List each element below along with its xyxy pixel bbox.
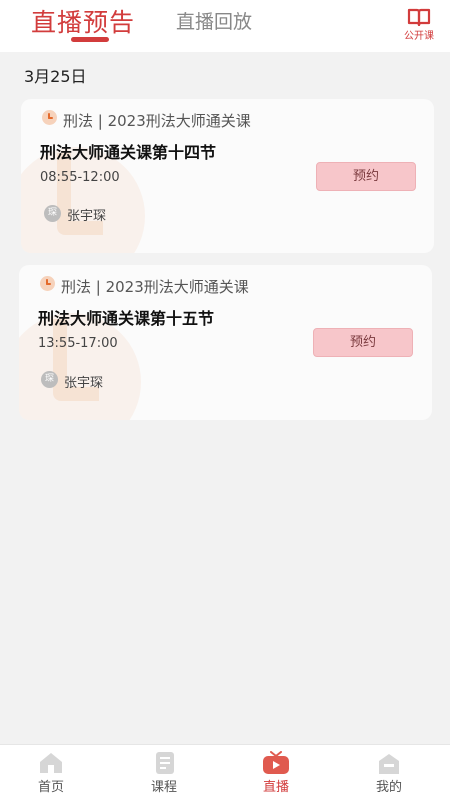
lesson-title: 刑法大师通关课第十四节 — [40, 143, 217, 162]
nav-item-home[interactable]: 首页 — [11, 745, 91, 800]
nav-label-home: 首页 — [37, 780, 64, 795]
live-course-card[interactable]: 刑法 | 2023刑法大师通关课 刑法大师通关课第十四节 08:55-12:00… — [21, 99, 434, 253]
course-category: 刑法 | 2023刑法大师通关课 — [61, 278, 249, 296]
home-icon — [40, 753, 62, 773]
lesson-time: 08:55-12:00 — [40, 170, 120, 185]
nav-item-course[interactable]: 课程 — [124, 745, 204, 800]
nav-label-mine: 我的 — [375, 780, 402, 795]
tab-live-replay[interactable]: 直播回放 — [176, 7, 252, 34]
course-icon — [156, 752, 174, 774]
teacher-avatar: 琛 — [41, 371, 58, 388]
schedule-date: 3月25日 — [24, 67, 87, 86]
bottom-navigation: 首页 课程 直播 我的 — [0, 744, 450, 800]
public-course-label: 公开课 — [404, 31, 434, 42]
public-course-button[interactable]: 公开课 — [396, 6, 442, 46]
lesson-time: 13:55-17:00 — [38, 336, 118, 351]
teacher-avatar: 琛 — [44, 205, 61, 222]
top-header: 直播预告 直播回放 公开课 — [0, 0, 450, 52]
reserve-button[interactable]: 预约 — [313, 328, 413, 357]
nav-item-mine[interactable]: 我的 — [349, 745, 429, 800]
nav-item-live[interactable]: 直播 — [236, 745, 316, 800]
tab-live-preview[interactable]: 直播预告 — [31, 3, 135, 39]
clock-icon — [40, 276, 55, 291]
nav-label-course: 课程 — [150, 780, 177, 795]
reserve-button[interactable]: 预约 — [316, 162, 416, 191]
lesson-title: 刑法大师通关课第十五节 — [38, 309, 215, 328]
teacher-name: 张宇琛 — [67, 209, 107, 224]
live-course-card[interactable]: 刑法 | 2023刑法大师通关课 刑法大师通关课第十五节 13:55-17:00… — [19, 265, 432, 420]
profile-icon — [379, 754, 399, 774]
clock-icon — [42, 110, 57, 125]
nav-label-live: 直播 — [262, 780, 289, 795]
live-tv-icon — [263, 751, 289, 774]
teacher-name: 张宇琛 — [64, 376, 104, 391]
book-icon — [407, 8, 431, 26]
course-category: 刑法 | 2023刑法大师通关课 — [63, 112, 251, 130]
active-tab-indicator — [71, 37, 109, 42]
